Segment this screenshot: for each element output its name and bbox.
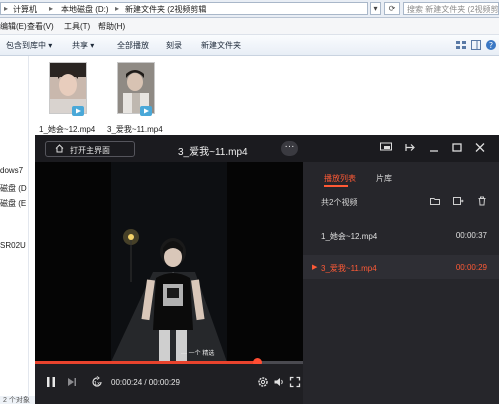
tab-playlist[interactable]: 播放列表 xyxy=(324,173,356,184)
video-canvas[interactable]: — 一个 精选 xyxy=(35,162,303,362)
playlist-item[interactable]: 1_她会~12.mp4 00:00:37 xyxy=(303,223,499,247)
history-dropdown-icon[interactable]: ▾ xyxy=(370,2,381,15)
refresh-icon[interactable]: ⟳ xyxy=(384,2,400,15)
minimize-icon[interactable] xyxy=(427,140,441,155)
volume-icon[interactable] xyxy=(273,376,285,388)
playlist-item-active[interactable]: ▶ 3_爱我~11.mp4 00:00:29 xyxy=(303,255,499,279)
fullscreen-icon[interactable] xyxy=(289,376,301,388)
delete-icon[interactable] xyxy=(476,195,488,207)
menu-edit[interactable]: 编辑(E) xyxy=(0,21,27,32)
play-badge-icon xyxy=(140,106,152,116)
breadcrumb-folder[interactable]: 新建文件夹 (2视频剪辑 xyxy=(125,4,206,15)
chevron-icon: ▸ xyxy=(4,4,9,13)
menu-tools[interactable]: 工具(T) xyxy=(64,21,90,32)
playlist-item-name: 1_她会~12.mp4 xyxy=(321,232,378,241)
help-icon[interactable]: ? xyxy=(485,39,497,51)
svg-text:1x: 1x xyxy=(94,381,100,387)
search-placeholder: 搜索 新建文件夹 (2视频剪辑) xyxy=(407,5,499,14)
chevron-icon: ▸ xyxy=(115,4,120,13)
player-title: 3_爱我~11.mp4 xyxy=(178,147,248,158)
nav-item-disk-d[interactable]: 磁盘 (D xyxy=(0,183,27,194)
open-folder-icon[interactable] xyxy=(429,195,441,207)
more-options-button[interactable]: ··· xyxy=(281,141,298,156)
active-tab-indicator xyxy=(324,185,348,187)
playback-speed-icon[interactable]: 1x xyxy=(90,375,104,389)
maximize-icon[interactable] xyxy=(450,140,464,155)
address-field[interactable]: ▸ 计算机 ▸ 本地磁盘 (D:) ▸ 新建文件夹 (2视频剪辑 xyxy=(0,2,368,15)
open-main-interface-button[interactable]: 打开主界面 xyxy=(45,141,135,157)
share-button[interactable]: 共享 ▾ xyxy=(72,40,94,51)
chevron-icon: ▸ xyxy=(49,4,54,13)
playlist-item-duration: 00:00:29 xyxy=(455,263,487,272)
nav-item-disk-e[interactable]: 磁盘 (E xyxy=(0,198,26,209)
menu-bar: 编辑(E) 查看(V) 工具(T) 帮助(H) xyxy=(0,18,499,35)
svg-text:?: ? xyxy=(489,41,493,50)
screen-cast-icon[interactable] xyxy=(379,140,393,155)
home-icon xyxy=(55,144,64,153)
play-all-button[interactable]: 全部播放 xyxy=(117,40,149,51)
breadcrumb-computer[interactable]: 计算机 xyxy=(13,4,37,15)
video-watermark: — 一个 精选 xyxy=(181,351,215,357)
view-options-icon[interactable] xyxy=(455,39,467,51)
nav-item-windows[interactable]: dows7 xyxy=(0,166,23,175)
pin-on-top-icon[interactable] xyxy=(403,140,417,155)
time-display: 00:00:24 / 00:00:29 xyxy=(111,378,180,387)
navigation-pane xyxy=(0,56,29,404)
playlist-item-name: 3_爱我~11.mp4 xyxy=(321,264,377,273)
burn-button[interactable]: 刻录 xyxy=(166,40,182,51)
home-button-label: 打开主界面 xyxy=(70,146,110,155)
close-icon[interactable] xyxy=(473,140,487,155)
preview-pane-icon[interactable] xyxy=(470,39,482,51)
file-name[interactable]: 1_她会~12.mp4 xyxy=(39,124,95,135)
video-frame-image xyxy=(35,162,303,362)
now-playing-arrow-icon: ▶ xyxy=(312,264,318,271)
settings-gear-icon[interactable] xyxy=(257,376,269,388)
nav-item-usb[interactable]: SR02U xyxy=(0,241,26,250)
video-count: 共2个视频 xyxy=(321,198,358,207)
search-input[interactable]: 搜索 新建文件夹 (2视频剪辑) xyxy=(403,2,499,15)
new-folder-button[interactable]: 新建文件夹 xyxy=(201,40,241,51)
command-bar: 包含到库中 ▾ 共享 ▾ 全部播放 刻录 新建文件夹 xyxy=(0,35,499,56)
next-track-icon[interactable] xyxy=(66,376,78,388)
pause-icon[interactable] xyxy=(44,375,58,389)
play-badge-icon xyxy=(72,106,84,116)
playlist-item-duration: 00:00:37 xyxy=(455,231,487,240)
include-in-library-button[interactable]: 包含到库中 ▾ xyxy=(6,40,52,51)
add-file-icon[interactable] xyxy=(452,195,464,207)
file-name[interactable]: 3_爱我~11.mp4 xyxy=(107,124,163,135)
menu-help[interactable]: 帮助(H) xyxy=(98,21,125,32)
tab-library[interactable]: 片库 xyxy=(376,173,392,184)
menu-view[interactable]: 查看(V) xyxy=(27,21,54,32)
breadcrumb-drive[interactable]: 本地磁盘 (D:) xyxy=(61,4,109,15)
